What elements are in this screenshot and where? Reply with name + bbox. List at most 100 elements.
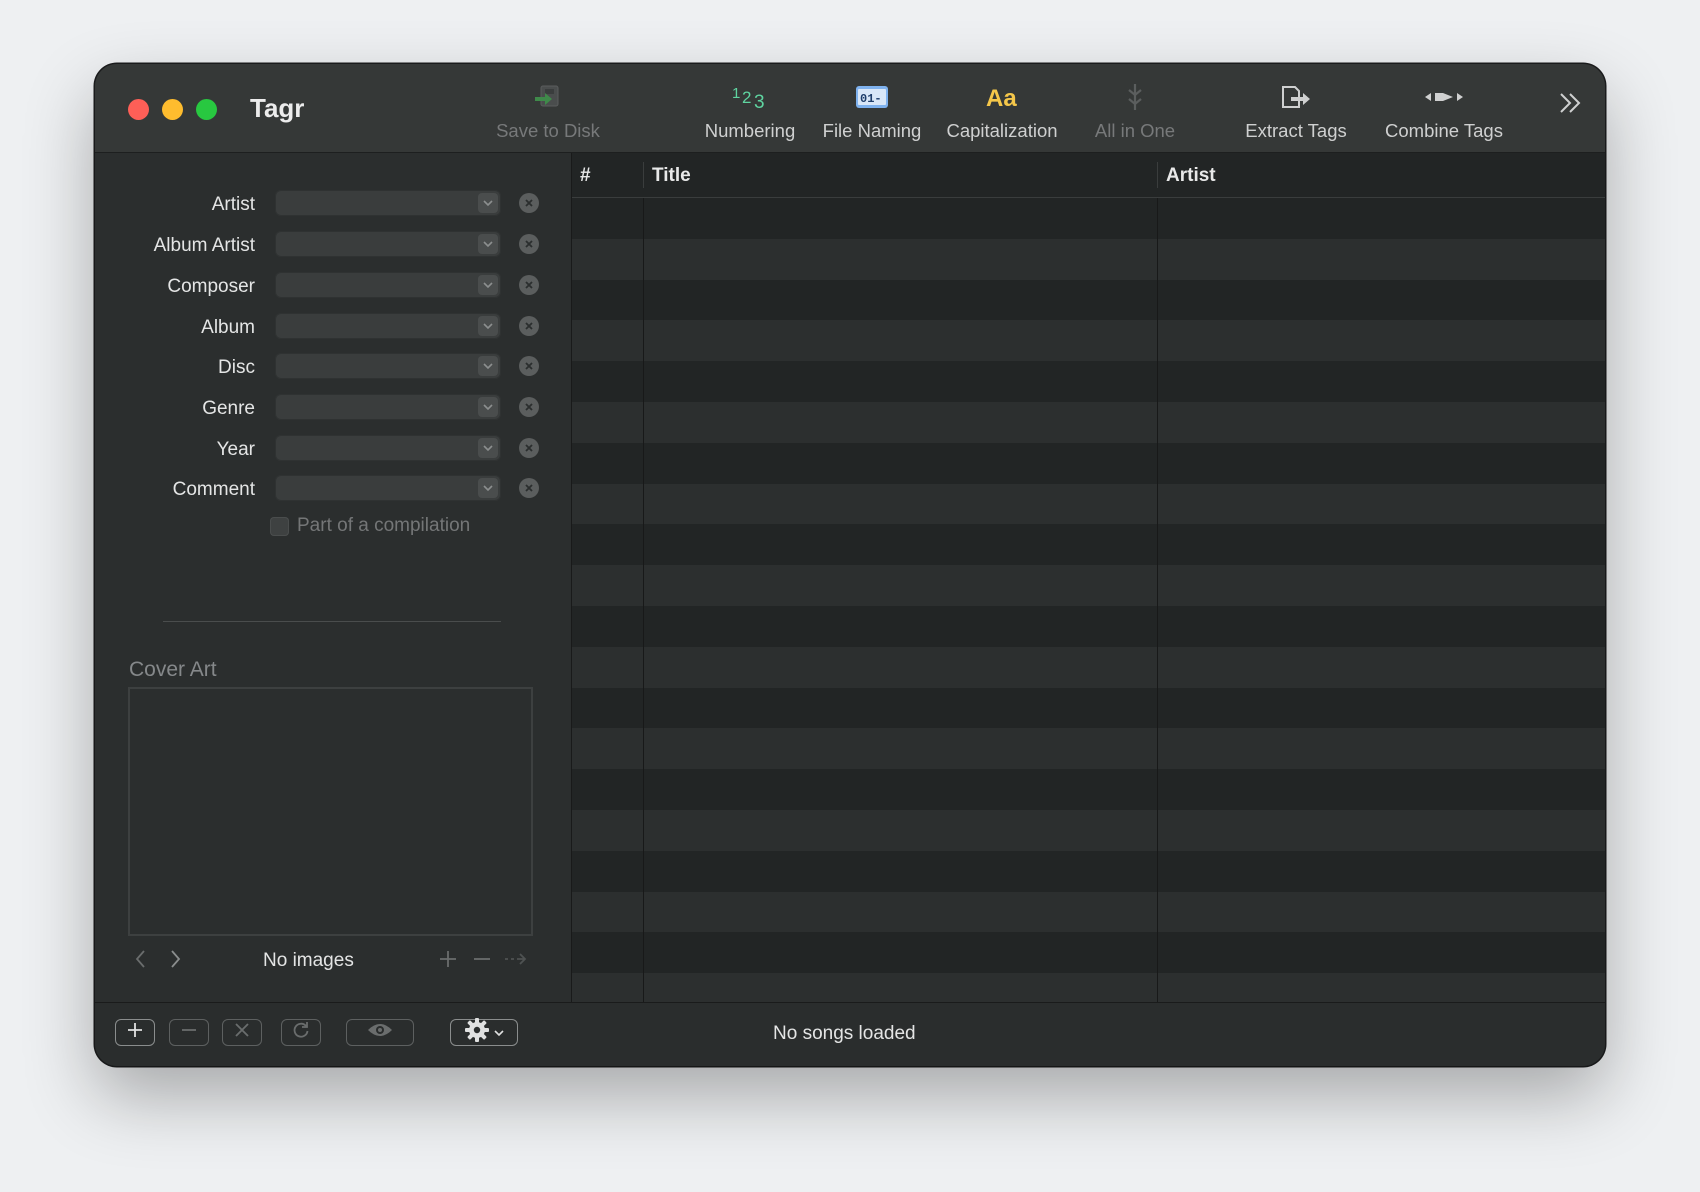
toolbar-capitalization[interactable]: Aa Capitalization bbox=[945, 80, 1059, 142]
export-image-icon[interactable] bbox=[503, 948, 529, 972]
field-label: Album bbox=[201, 317, 255, 338]
column-divider bbox=[643, 198, 644, 1002]
clear-album-artist-icon[interactable] bbox=[519, 234, 539, 254]
column-separator[interactable] bbox=[643, 162, 644, 188]
field-comment: Comment bbox=[95, 475, 571, 505]
toolbar-file-naming[interactable]: 01- File Naming bbox=[822, 80, 922, 142]
toolbar-label: Save to Disk bbox=[496, 120, 600, 141]
capitalization-icon: Aa bbox=[984, 80, 1020, 114]
disc-combobox[interactable] bbox=[275, 353, 501, 379]
field-composer: Composer bbox=[95, 272, 571, 302]
tag-inspector: Artist Album Artist Composer Album Disc … bbox=[95, 153, 571, 1002]
maximize-window-button[interactable] bbox=[196, 99, 217, 120]
preview-button[interactable] bbox=[346, 1019, 414, 1046]
field-artist: Artist bbox=[95, 190, 571, 220]
clear-year-icon[interactable] bbox=[519, 438, 539, 458]
toolbar-label: File Naming bbox=[822, 120, 922, 141]
app-window: Tagr Save to Disk 1 2 3 Numbering 01- Fi… bbox=[95, 64, 1605, 1066]
table-row bbox=[572, 279, 1605, 321]
table-row bbox=[572, 687, 1605, 729]
column-header-title[interactable]: Title bbox=[652, 165, 691, 187]
songs-table[interactable]: # Title Artist bbox=[571, 153, 1605, 1002]
table-row bbox=[572, 850, 1605, 892]
table-row bbox=[572, 361, 1605, 402]
toolbar-label: Combine Tags bbox=[1385, 120, 1503, 141]
comment-combobox[interactable] bbox=[275, 475, 501, 501]
clear-composer-icon[interactable] bbox=[519, 275, 539, 295]
add-image-icon[interactable] bbox=[437, 948, 459, 972]
table-row bbox=[572, 606, 1605, 647]
field-album: Album bbox=[95, 313, 571, 343]
svg-text:Aa: Aa bbox=[986, 85, 1017, 111]
table-row bbox=[572, 810, 1605, 851]
clear-disc-icon[interactable] bbox=[519, 356, 539, 376]
remove-button[interactable] bbox=[169, 1019, 209, 1046]
chevron-down-icon[interactable] bbox=[478, 275, 498, 295]
toolbar-combine-tags[interactable]: Combine Tags bbox=[1382, 80, 1506, 142]
chevron-down-icon[interactable] bbox=[478, 438, 498, 458]
artist-combobox[interactable] bbox=[275, 190, 501, 216]
clear-comment-icon[interactable] bbox=[519, 478, 539, 498]
chevron-down-icon[interactable] bbox=[478, 356, 498, 376]
album-combobox[interactable] bbox=[275, 313, 501, 339]
table-row bbox=[572, 524, 1605, 566]
chevron-down-icon[interactable] bbox=[478, 478, 498, 498]
chevron-down-icon[interactable] bbox=[478, 234, 498, 254]
reload-button[interactable] bbox=[281, 1019, 321, 1046]
column-separator[interactable] bbox=[1157, 162, 1158, 188]
chevron-down-icon[interactable] bbox=[478, 397, 498, 417]
svg-text:1: 1 bbox=[732, 85, 740, 102]
next-image-icon[interactable] bbox=[167, 948, 187, 972]
toolbar-all-in-one[interactable]: All in One bbox=[1085, 80, 1185, 142]
table-row bbox=[572, 646, 1605, 688]
toolbar-label: Numbering bbox=[704, 120, 796, 141]
field-label: Artist bbox=[211, 194, 255, 215]
genre-combobox[interactable] bbox=[275, 394, 501, 420]
cover-art-well[interactable] bbox=[128, 687, 533, 936]
composer-combobox[interactable] bbox=[275, 272, 501, 298]
remove-icon bbox=[180, 1021, 198, 1044]
remove-image-icon[interactable] bbox=[471, 948, 493, 972]
preview-eye-icon bbox=[366, 1022, 394, 1043]
toolbar-numbering[interactable]: 1 2 3 Numbering bbox=[700, 80, 800, 142]
clear-genre-icon[interactable] bbox=[519, 397, 539, 417]
column-header-artist[interactable]: Artist bbox=[1166, 165, 1216, 187]
column-header-number[interactable]: # bbox=[580, 165, 591, 187]
album-artist-combobox[interactable] bbox=[275, 231, 501, 257]
toolbar-save-to-disk[interactable]: Save to Disk bbox=[493, 80, 603, 142]
chevron-down-icon[interactable] bbox=[478, 316, 498, 336]
settings-menu-button[interactable] bbox=[450, 1017, 518, 1048]
chevron-down-icon bbox=[494, 1024, 504, 1042]
svg-text:2: 2 bbox=[742, 88, 751, 107]
chevron-down-icon[interactable] bbox=[478, 193, 498, 213]
table-header: # Title Artist bbox=[572, 153, 1605, 198]
extract-tags-icon bbox=[1279, 80, 1313, 114]
add-button[interactable] bbox=[115, 1019, 155, 1046]
table-row bbox=[572, 728, 1605, 770]
year-combobox[interactable] bbox=[275, 435, 501, 461]
field-label: Comment bbox=[172, 479, 255, 500]
status-text: No songs loaded bbox=[773, 1023, 916, 1044]
all-in-one-icon bbox=[1121, 80, 1149, 114]
divider bbox=[163, 621, 501, 622]
field-album-artist: Album Artist bbox=[95, 231, 571, 261]
field-label: Composer bbox=[167, 276, 255, 297]
clear-button[interactable] bbox=[222, 1019, 262, 1046]
field-label: Genre bbox=[202, 398, 255, 419]
table-row bbox=[572, 565, 1605, 606]
compilation-checkbox[interactable] bbox=[270, 516, 289, 536]
combine-tags-icon bbox=[1423, 80, 1465, 114]
minimize-window-button[interactable] bbox=[162, 99, 183, 120]
table-row bbox=[572, 442, 1605, 484]
clear-album-icon[interactable] bbox=[519, 316, 539, 336]
reload-icon bbox=[291, 1020, 311, 1045]
clear-icon bbox=[233, 1021, 251, 1044]
gear-icon bbox=[464, 1017, 490, 1048]
add-icon bbox=[126, 1021, 144, 1044]
toolbar-extract-tags[interactable]: Extract Tags bbox=[1245, 80, 1347, 142]
toolbar-label: Extract Tags bbox=[1245, 120, 1347, 141]
chevron-double-right-icon[interactable] bbox=[1555, 88, 1585, 118]
previous-image-icon[interactable] bbox=[133, 948, 153, 972]
close-window-button[interactable] bbox=[128, 99, 149, 120]
clear-artist-icon[interactable] bbox=[519, 193, 539, 213]
